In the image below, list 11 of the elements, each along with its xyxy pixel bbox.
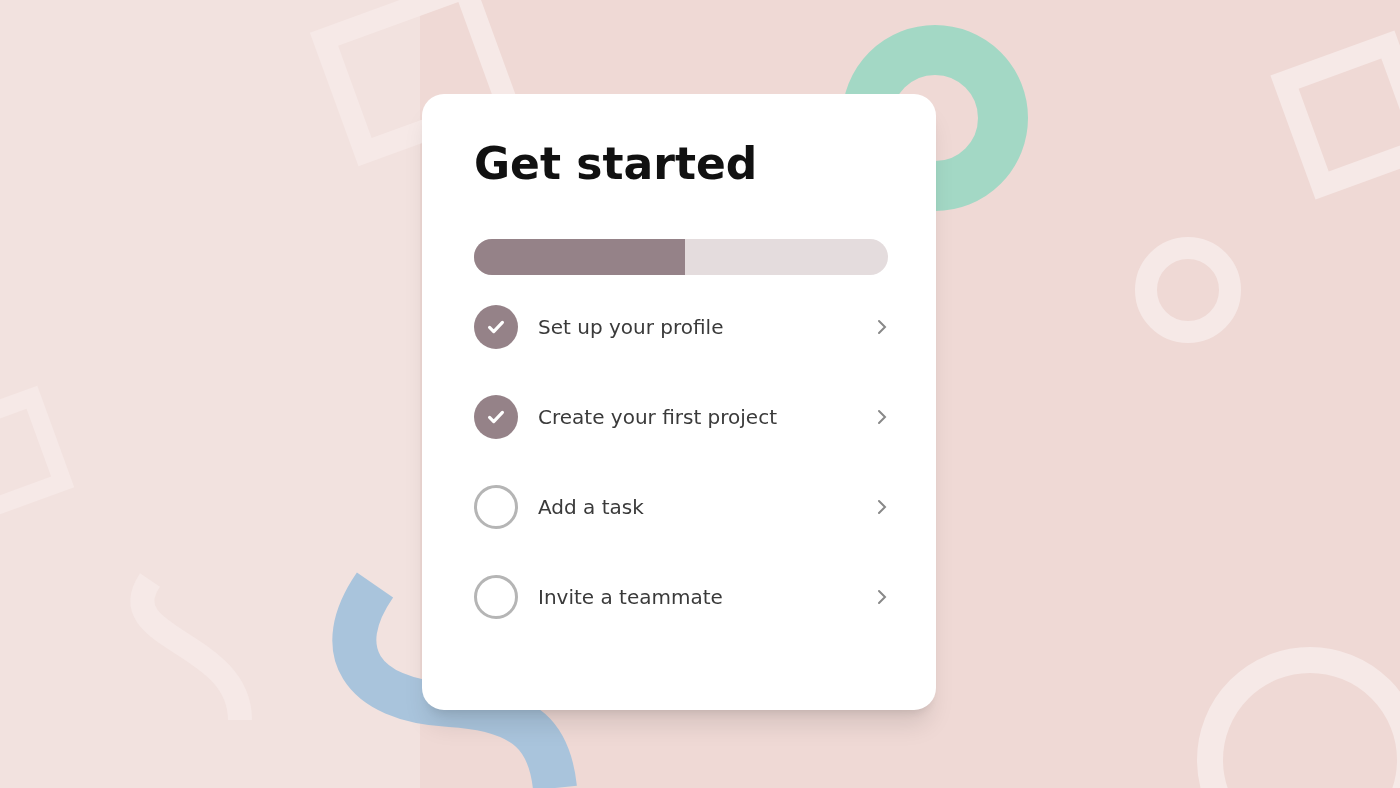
task-label: Invite a teammate — [538, 584, 723, 611]
task-label: Add a task — [538, 494, 644, 521]
task-label: Create your first project — [538, 404, 777, 431]
checked-icon[interactable] — [474, 395, 518, 439]
chevron-right-icon[interactable] — [876, 318, 888, 336]
chevron-right-icon[interactable] — [876, 408, 888, 426]
card-title: Get started — [474, 142, 759, 186]
chevron-right-icon[interactable] — [876, 498, 888, 516]
chevron-right-icon[interactable] — [876, 588, 888, 606]
task-label: Set up your profile — [538, 314, 724, 341]
checked-icon[interactable] — [474, 305, 518, 349]
